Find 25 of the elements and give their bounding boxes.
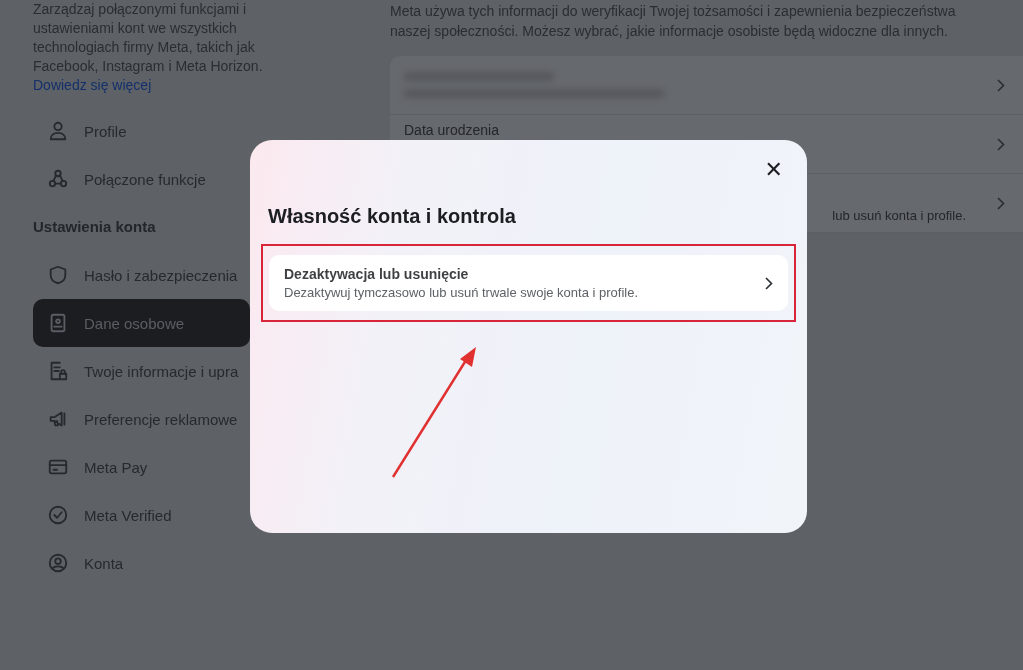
sidebar-item[interactable]: Konta <box>33 539 250 587</box>
section-heading: Ustawienia konta <box>33 217 157 237</box>
close-button[interactable]: ✕ <box>758 157 789 183</box>
dialog-title: Własność konta i kontrola <box>268 205 517 228</box>
chevron-right-icon <box>997 196 1005 210</box>
sidebar-item[interactable]: Profile <box>33 107 250 155</box>
sidebar-item[interactable]: Meta Pay <box>33 443 250 491</box>
check-badge-icon <box>47 504 69 526</box>
option-description: Dezaktywuj tymczasowo lub usuń trwale swoje konta i profile. <box>284 285 640 300</box>
sidebar-item[interactable]: Dane osobowe <box>33 299 250 347</box>
person-circle-icon <box>47 552 69 574</box>
option-row[interactable]: Dezaktywacja lub usunięcie Dezaktywuj tymczasowo lub usuń trwale swoje konta i profile. <box>269 255 788 311</box>
sidebar-item[interactable]: Preferencje reklamowe <box>33 395 250 443</box>
sidebar-item[interactable]: Połączone funkcje <box>33 155 250 203</box>
sidebar-item[interactable]: Twoje informacje i upra <box>33 347 250 395</box>
sidebar-item[interactable]: Meta Verified <box>33 491 250 539</box>
shield-icon <box>47 264 69 286</box>
person-icon <box>47 120 69 142</box>
chevron-right-icon <box>997 78 1005 92</box>
learn-more-link[interactable]: Dowiedz się więcej <box>33 77 152 93</box>
option-title: Dezaktywacja lub usunięcie <box>284 266 470 282</box>
connected-nodes-icon <box>47 168 69 190</box>
chevron-right-icon <box>765 276 773 290</box>
row-label: Data urodzenia <box>404 122 500 138</box>
chevron-right-icon <box>997 137 1005 151</box>
